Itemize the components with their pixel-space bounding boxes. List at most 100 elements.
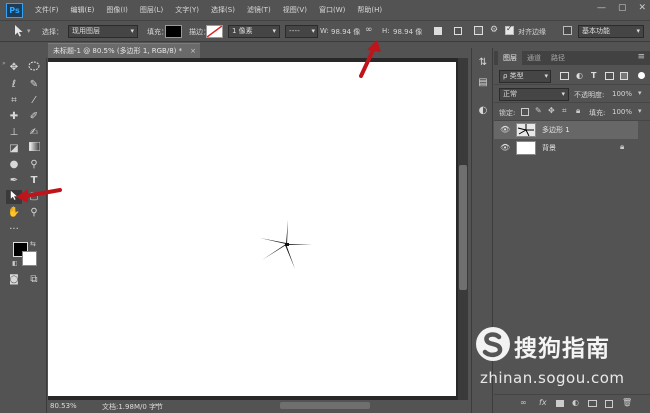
chevron-down-icon[interactable]: ▾	[638, 107, 642, 115]
zoom-level[interactable]: 80.53%	[50, 402, 77, 410]
select-dropdown[interactable]: 现用图层 ▾	[68, 25, 138, 38]
visibility-eye-icon[interactable]: 👁︎	[500, 125, 510, 134]
clone-stamp-tool-icon[interactable]: ⊥	[6, 126, 22, 140]
vertical-scroll-thumb[interactable]	[459, 165, 467, 290]
close-window-icon[interactable]: ✕	[638, 3, 646, 13]
chevron-down-icon: ▾	[561, 90, 565, 98]
gradient-tool-icon[interactable]	[26, 142, 42, 156]
default-colors-icon[interactable]: ◧	[12, 260, 18, 267]
star-shape[interactable]	[258, 218, 314, 270]
link-icon[interactable]: ∞	[520, 398, 527, 407]
link-chain-icon[interactable]: ∞	[365, 25, 373, 35]
gear-icon[interactable]: ⚙	[490, 25, 498, 35]
doc-info[interactable]: 文档:1.98M/0 字节	[102, 402, 163, 412]
status-menu-icon[interactable]: ›	[155, 401, 158, 409]
filter-pixel-icon[interactable]	[560, 72, 569, 80]
menu-layer[interactable]: 图层(L)	[134, 5, 169, 15]
chevron-down-icon[interactable]: ▾	[638, 89, 642, 97]
menu-select[interactable]: 选择(S)	[205, 5, 241, 15]
document-canvas[interactable]	[48, 62, 456, 396]
history-panel-icon[interactable]: ⇅	[475, 56, 491, 70]
background-color-swatch[interactable]	[22, 251, 37, 266]
move-tool-icon[interactable]: ✥	[6, 61, 22, 75]
stroke-type-dropdown[interactable]: - - - - ▾	[285, 25, 318, 38]
layer-row[interactable]: 👁︎ 多边形 1	[494, 121, 638, 139]
lock-all-icon[interactable]: 🔒︎	[576, 106, 580, 116]
lock-image-icon[interactable]: ✎	[535, 106, 542, 115]
path-select-tool-icon[interactable]	[14, 25, 24, 39]
lock-artboard-icon[interactable]: ⌗	[562, 106, 567, 116]
document-tab[interactable]: 未标题-1 @ 80.5% (多边形 1, RGB/8) * ×	[48, 43, 200, 58]
workspace-dropdown[interactable]: 基本功能 ▾	[578, 25, 644, 38]
swap-colors-icon[interactable]: ⇆	[30, 240, 36, 248]
watermark-url: zhinan.sogou.com	[480, 369, 625, 387]
trash-icon[interactable]: 🗑︎	[622, 398, 632, 407]
menu-type[interactable]: 文字(Y)	[169, 5, 205, 15]
layer-row[interactable]: 👁︎ 背景 🔒︎	[494, 139, 638, 157]
h-value[interactable]: 98.94 像	[393, 27, 422, 37]
blur-tool-icon[interactable]: ●	[6, 158, 22, 172]
properties-panel-icon[interactable]: ▤	[475, 76, 491, 90]
adjustment-icon[interactable]: ◐	[572, 398, 579, 407]
healing-brush-tool-icon[interactable]: ✚	[6, 110, 22, 124]
filter-shape-icon[interactable]	[605, 72, 614, 80]
lock-transparent-icon[interactable]	[521, 108, 529, 116]
filter-adjustment-icon[interactable]: ◐	[576, 71, 583, 80]
blend-mode-dropdown[interactable]: 正常 ▾	[499, 88, 569, 101]
brush-tool-icon[interactable]: ✐	[26, 110, 42, 124]
tab-layers[interactable]: 图层	[498, 51, 522, 65]
hand-tool-icon[interactable]: ✋	[6, 206, 22, 220]
stroke-swatch[interactable]	[206, 25, 223, 38]
tab-paths[interactable]: 路径	[546, 51, 570, 65]
opacity-value[interactable]: 100%	[612, 90, 632, 98]
menu-filter[interactable]: 滤镜(T)	[241, 5, 277, 15]
fill-swatch[interactable]	[165, 25, 182, 38]
filter-type-icon[interactable]: T	[591, 71, 596, 80]
minimize-icon[interactable]: —	[597, 3, 606, 13]
horizontal-scroll-thumb[interactable]	[280, 402, 370, 409]
w-value[interactable]: 98.94 像	[331, 27, 360, 37]
filter-smart-object-icon[interactable]	[620, 72, 628, 80]
dodge-tool-icon[interactable]: ⚲	[26, 158, 42, 172]
close-tab-icon[interactable]: ×	[190, 44, 196, 58]
menu-view[interactable]: 视图(V)	[277, 5, 313, 15]
path-alignment-icon[interactable]	[454, 27, 462, 35]
menu-image[interactable]: 图像(I)	[100, 5, 134, 15]
folder-icon[interactable]	[588, 400, 597, 407]
filter-toggle-icon[interactable]	[638, 72, 645, 79]
eyedropper-tool-icon[interactable]: ⁄	[26, 94, 42, 108]
tool-preset-chevron-icon[interactable]: ▾	[27, 27, 31, 35]
path-operations-icon[interactable]	[434, 27, 442, 35]
mask-icon[interactable]	[556, 400, 564, 407]
quick-mask-icon[interactable]: ◙	[6, 273, 22, 287]
screen-mode-icon[interactable]: ⧉	[26, 273, 42, 287]
marquee-tool-icon[interactable]	[26, 61, 42, 75]
fx-icon[interactable]: fx	[539, 398, 547, 407]
eraser-tool-icon[interactable]: ◪	[6, 142, 22, 156]
stroke-width-field[interactable]: 1 像素 ▾	[228, 25, 280, 38]
visibility-eye-icon[interactable]: 👁︎	[500, 143, 510, 152]
lock-position-icon[interactable]: ✥	[548, 106, 555, 115]
path-arrangement-icon[interactable]	[474, 26, 483, 35]
new-layer-icon[interactable]	[605, 400, 613, 408]
quick-selection-tool-icon[interactable]: ✎	[26, 78, 42, 92]
zoom-tool-icon[interactable]: ⚲	[26, 206, 42, 220]
tab-channels[interactable]: 通道	[522, 51, 546, 65]
history-brush-tool-icon[interactable]: ✍	[26, 126, 42, 140]
more-tools-icon[interactable]: ···	[6, 223, 22, 237]
align-edges-checkbox[interactable]	[505, 24, 514, 35]
menu-edit[interactable]: 编辑(E)	[65, 5, 101, 15]
panel-menu-icon[interactable]: ≡	[637, 52, 645, 62]
layer-name[interactable]: 多边形 1	[542, 125, 570, 135]
layer-name[interactable]: 背景	[542, 143, 556, 153]
menu-help[interactable]: 帮助(H)	[351, 5, 388, 15]
fill-value[interactable]: 100%	[612, 108, 632, 116]
menu-file[interactable]: 文件(F)	[29, 5, 65, 15]
layer-filter-dropdown[interactable]: ρ 类型 ▾	[499, 70, 551, 83]
menu-window[interactable]: 窗口(W)	[313, 5, 351, 15]
maximize-icon[interactable]: ▢	[618, 3, 627, 13]
crop-tool-icon[interactable]: ⌗	[6, 94, 22, 108]
workspace-checkbox[interactable]	[563, 26, 572, 35]
adjustments-panel-icon[interactable]: ◐	[475, 104, 491, 118]
lasso-tool-icon[interactable]: ℓ	[6, 78, 22, 92]
